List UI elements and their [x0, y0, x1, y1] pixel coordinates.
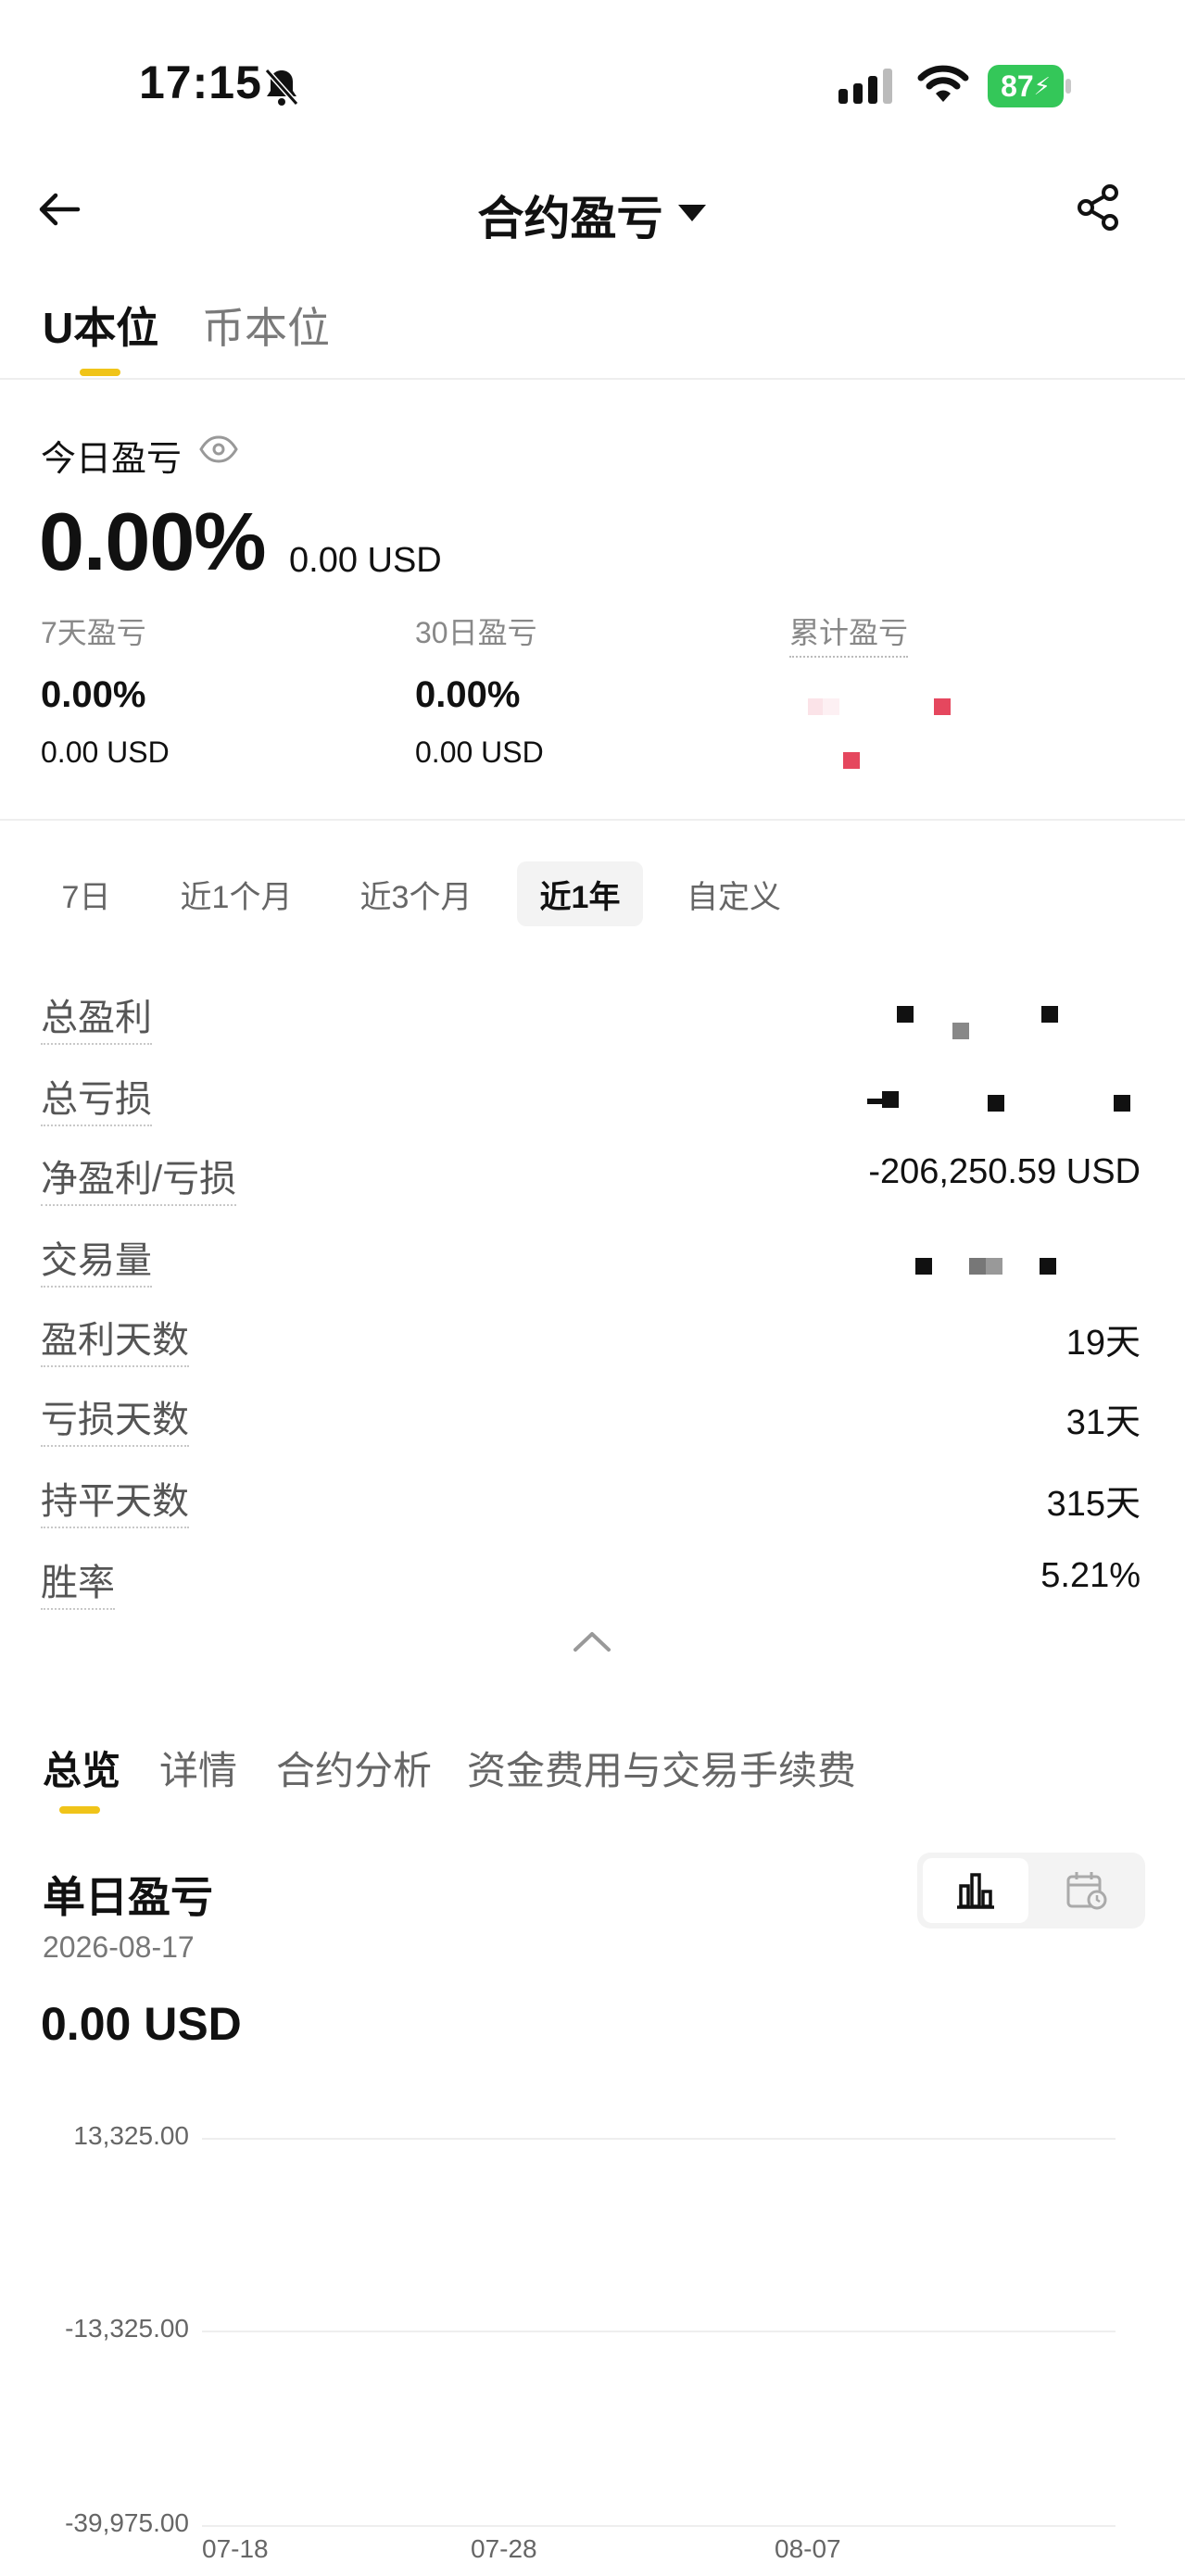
- stat-cumulative-masked: [797, 695, 973, 769]
- tab-contract-analysis[interactable]: 合约分析: [276, 1740, 432, 1796]
- y-tick-label: -13,325.00: [65, 2314, 189, 2343]
- metric-net-pnl-value: -206,250.59 USD: [868, 1152, 1141, 1191]
- metric-flat-days-label[interactable]: 持平天数: [41, 1471, 189, 1528]
- bar-chart-icon: [957, 1873, 994, 1909]
- metric-total-loss-masked: [862, 1087, 1140, 1125]
- metric-loss-days-label[interactable]: 亏损天数: [41, 1389, 189, 1447]
- metric-win-rate-value: 5.21%: [1040, 1556, 1141, 1595]
- stat-cumulative-label[interactable]: 累计盈亏: [789, 609, 909, 658]
- tab-overview[interactable]: 总览: [43, 1740, 120, 1796]
- range-1m[interactable]: 近1个月: [167, 861, 306, 926]
- daily-pnl-title: 单日盈亏: [43, 1873, 213, 1921]
- metric-total-loss-label[interactable]: 总亏损: [41, 1069, 152, 1126]
- today-pnl-usd: 0.00 USD: [289, 541, 442, 580]
- stat-7d-label: 7天盈亏: [41, 616, 146, 649]
- metric-profit-days-value: 19天: [1065, 1324, 1141, 1363]
- tab-u-margined[interactable]: U本位: [43, 295, 158, 356]
- range-3m[interactable]: 近3个月: [347, 861, 485, 926]
- metric-volume-masked: [908, 1254, 1075, 1282]
- stat-30d-percent: 0.00%: [415, 674, 521, 715]
- gridline: [202, 2331, 1116, 2332]
- tab-indicator: [80, 369, 120, 376]
- range-custom[interactable]: 自定义: [673, 861, 795, 926]
- battery-level: 87: [1001, 69, 1034, 103]
- bottom-tab-indicator: [59, 1806, 100, 1814]
- daily-pnl-date: 2026-08-17: [43, 1930, 195, 1964]
- range-1y[interactable]: 近1年: [517, 861, 643, 926]
- today-pnl-percent: 0.00%: [39, 496, 267, 587]
- metric-total-profit-label[interactable]: 总盈利: [41, 987, 152, 1045]
- divider: [0, 819, 1185, 821]
- range-7d[interactable]: 7日: [46, 861, 126, 926]
- tab-coin-margined[interactable]: 币本位: [202, 295, 330, 356]
- collapse-chevron-up-icon[interactable]: [573, 1630, 611, 1657]
- tab-details[interactable]: 详情: [159, 1740, 237, 1796]
- bell-slash-icon: [263, 67, 300, 112]
- divider: [0, 378, 1185, 380]
- share-icon[interactable]: [1075, 183, 1123, 236]
- today-pnl-label: 今日盈亏: [41, 440, 183, 479]
- metric-profit-days-label[interactable]: 盈利天数: [41, 1310, 189, 1367]
- cellular-signal-icon: [838, 69, 900, 110]
- chart-view-toggle: [917, 1853, 1145, 1929]
- stat-7d-percent: 0.00%: [41, 674, 146, 715]
- y-tick-label: -39,975.00: [65, 2508, 189, 2537]
- wifi-icon: [917, 65, 969, 108]
- bar-chart-view-button[interactable]: [923, 1858, 1028, 1923]
- stat-30d-usd: 0.00 USD: [415, 735, 544, 769]
- x-tick-label: 07-18: [202, 2534, 269, 2563]
- stat-7d-usd: 0.00 USD: [41, 735, 170, 769]
- calendar-view-button[interactable]: [1034, 1858, 1140, 1923]
- tab-funding-and-fees[interactable]: 资金费用与交易手续费: [467, 1740, 856, 1796]
- x-tick-label: 08-07: [775, 2534, 841, 2563]
- calendar-clock-icon: [1066, 1872, 1107, 1910]
- metric-volume-label[interactable]: 交易量: [41, 1230, 152, 1288]
- page-title: 合约盈亏: [477, 193, 663, 245]
- x-tick-label: 07-28: [471, 2534, 537, 2563]
- y-tick-label: 13,325.00: [73, 2121, 189, 2150]
- metric-loss-days-value: 31天: [1065, 1403, 1141, 1442]
- caret-down-icon: [676, 203, 708, 228]
- stat-30d-label: 30日盈亏: [415, 616, 537, 649]
- gridline: [202, 2138, 1116, 2140]
- status-time: 17:15: [139, 57, 262, 108]
- metric-win-rate-label[interactable]: 胜率: [41, 1552, 115, 1610]
- metric-net-pnl-label[interactable]: 净盈利/亏损: [41, 1149, 237, 1206]
- metric-total-profit-masked: [871, 1000, 1075, 1039]
- daily-pnl-value: 0.00 USD: [41, 1998, 242, 2050]
- eye-icon[interactable]: [199, 435, 238, 468]
- battery-icon: 87 ⚡: [988, 65, 1071, 107]
- gridline: [202, 2525, 1116, 2527]
- page-title-dropdown[interactable]: 合约盈亏: [0, 182, 1185, 248]
- metric-flat-days-value: 315天: [1046, 1485, 1141, 1524]
